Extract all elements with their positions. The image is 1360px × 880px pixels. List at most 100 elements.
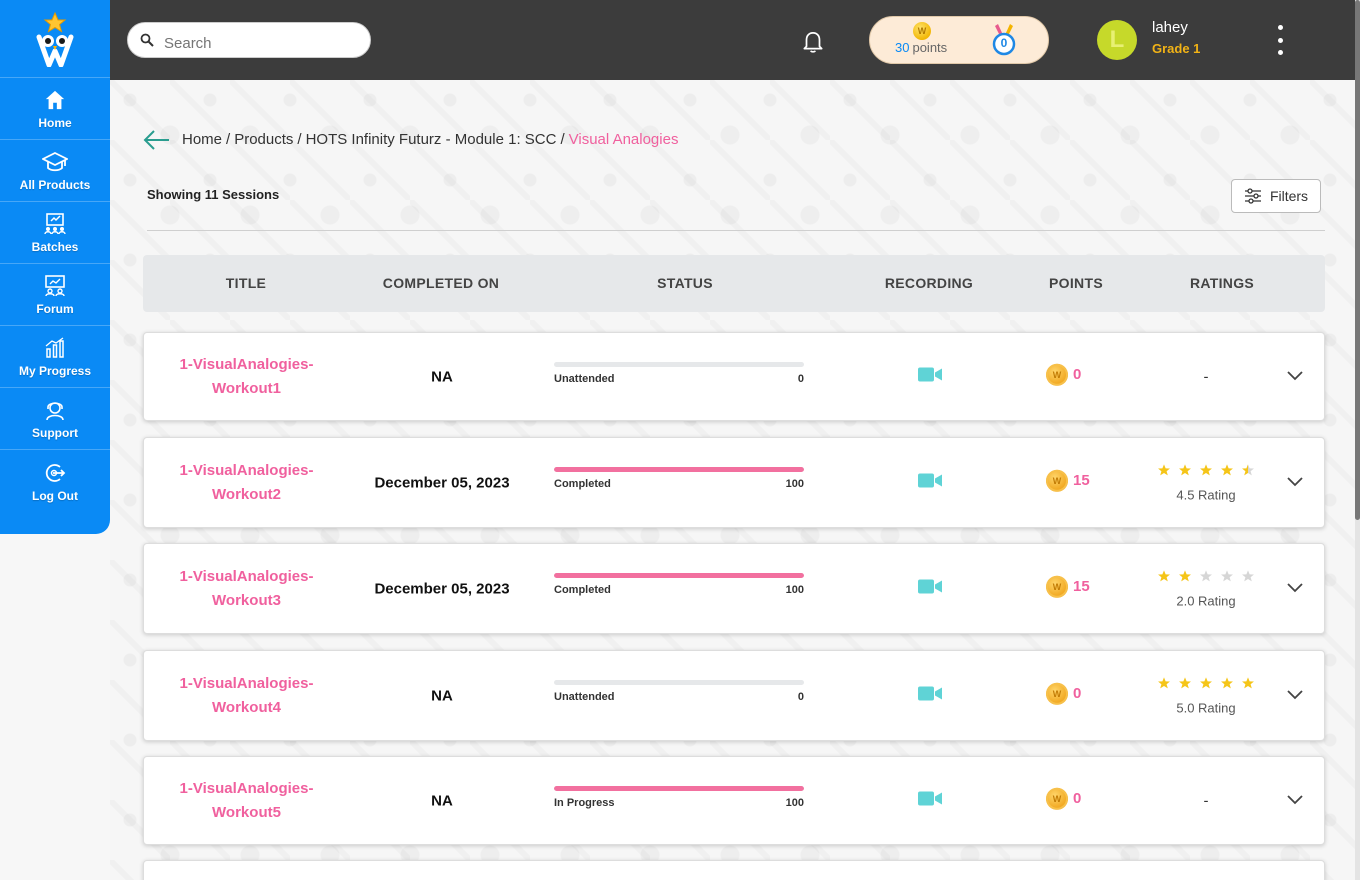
table-row[interactable]: 1-VisualAnalogies- Workout2 December 05, 2… xyxy=(143,437,1325,528)
points-value: 15 xyxy=(1073,471,1090,489)
star-icon xyxy=(1179,569,1192,587)
points-value: 15 xyxy=(1073,577,1090,595)
star-icon xyxy=(1200,676,1213,694)
rating-empty: - xyxy=(1203,792,1209,809)
table-row-partial[interactable] xyxy=(143,860,1325,880)
filters-button[interactable]: Filters xyxy=(1231,179,1321,213)
points-earned: W 15 xyxy=(1046,469,1090,492)
star-rating xyxy=(1158,569,1255,587)
session-title-link[interactable]: 1-VisualAnalogies- Workout2 xyxy=(174,459,319,507)
points-earned: W 15 xyxy=(1046,575,1090,598)
star-icon xyxy=(1242,676,1255,694)
batches-icon xyxy=(43,211,67,237)
progress-track xyxy=(554,467,804,472)
star-icon xyxy=(1242,463,1255,481)
star-icon xyxy=(1221,463,1234,481)
chevron-down-icon[interactable] xyxy=(1287,687,1303,705)
table-row[interactable]: 1-VisualAnalogies- Workout5 NA In Progress 1… xyxy=(143,756,1325,845)
star-rating xyxy=(1158,676,1255,694)
table-row[interactable]: 1-VisualAnalogies- Workout4 NA Unattended 0 W… xyxy=(143,650,1325,741)
status-progress: Unattended 0 xyxy=(554,680,804,703)
page-scrollbar[interactable] xyxy=(1355,0,1360,880)
column-header-status: STATUS xyxy=(657,275,713,291)
sidebar: Home All Products Batches Forum My Progr… xyxy=(0,0,110,534)
star-icon xyxy=(1221,676,1234,694)
progress-value: 100 xyxy=(785,478,804,490)
user-grade: Grade 1 xyxy=(1152,41,1201,56)
star-icon xyxy=(1158,676,1171,694)
rating-cell: 4.5 Rating xyxy=(1158,463,1255,502)
chevron-down-icon[interactable] xyxy=(1287,580,1303,598)
breadcrumb-home[interactable]: Home xyxy=(182,131,222,148)
points-widget[interactable]: W 30 points 0 xyxy=(869,16,1049,64)
star-icon xyxy=(1242,569,1255,587)
sidebar-item-label: Support xyxy=(32,426,78,440)
search-box[interactable] xyxy=(127,22,371,58)
sidebar-item-forum[interactable]: Forum xyxy=(0,264,110,326)
breadcrumb-products[interactable]: Products xyxy=(234,131,293,148)
points-value: 30 xyxy=(895,40,910,55)
progress-fill xyxy=(554,786,804,791)
sidebar-item-home[interactable]: Home xyxy=(0,78,110,140)
bar-chart-icon xyxy=(44,335,66,361)
scrollbar-thumb[interactable] xyxy=(1355,0,1360,520)
sidebar-item-batches[interactable]: Batches xyxy=(0,202,110,264)
video-camera-icon[interactable] xyxy=(917,471,943,494)
session-title-link[interactable]: 1-VisualAnalogies- Workout3 xyxy=(174,565,319,613)
session-title-link[interactable]: 1-VisualAnalogies- Workout5 xyxy=(174,777,319,825)
sidebar-item-my-progress[interactable]: My Progress xyxy=(0,326,110,388)
session-title-line: 1-VisualAnalogies- xyxy=(179,674,314,692)
progress-value: 0 xyxy=(797,691,804,703)
video-camera-icon[interactable] xyxy=(917,577,943,600)
points-label: points xyxy=(912,40,948,55)
star-rating xyxy=(1158,463,1255,481)
status-label: Unattended xyxy=(554,691,615,703)
progress-value: 100 xyxy=(785,797,804,809)
rating-cell: 5.0 Rating xyxy=(1158,676,1255,715)
star-icon xyxy=(1221,569,1234,587)
star-icon xyxy=(1179,463,1192,481)
video-camera-icon[interactable] xyxy=(917,365,943,388)
sidebar-item-all-products[interactable]: All Products xyxy=(0,140,110,202)
star-icon xyxy=(1200,463,1213,481)
video-camera-icon[interactable] xyxy=(917,684,943,707)
star-icon xyxy=(1200,569,1213,587)
table-row[interactable]: 1-VisualAnalogies- Workout3 December 05, 2… xyxy=(143,543,1325,634)
avatar[interactable]: L xyxy=(1097,20,1137,60)
column-header-completed-on: COMPLETED ON xyxy=(382,275,500,291)
session-title-line: 1-VisualAnalogies- xyxy=(179,779,314,797)
sidebar-item-log-out[interactable]: Log Out xyxy=(0,450,110,512)
chevron-down-icon[interactable] xyxy=(1287,368,1303,386)
sidebar-item-label: Forum xyxy=(36,302,74,316)
search-input[interactable] xyxy=(164,28,354,52)
table-row[interactable]: 1-VisualAnalogies- Workout1 NA Unattended 0 W… xyxy=(143,332,1325,421)
coin-icon: W xyxy=(1046,575,1068,598)
points-value: 0 xyxy=(1073,684,1082,702)
status-progress: Completed 100 xyxy=(554,467,804,490)
filter-sliders-icon xyxy=(1244,188,1261,204)
completed-on: NA xyxy=(431,687,453,704)
star-icon xyxy=(1158,463,1171,481)
session-title-link[interactable]: 1-VisualAnalogies- Workout1 xyxy=(174,353,319,401)
progress-fill xyxy=(554,467,804,472)
sidebar-item-label: All Products xyxy=(19,178,91,192)
chevron-down-icon[interactable] xyxy=(1287,474,1303,492)
home-icon xyxy=(44,87,66,113)
chevron-down-icon[interactable] xyxy=(1287,792,1303,810)
breadcrumb-module[interactable]: HOTS Infinity Futurz - Module 1: SCC xyxy=(306,131,557,148)
divider xyxy=(147,230,1325,231)
progress-track xyxy=(554,362,804,367)
column-header-title: TITLE xyxy=(225,275,267,291)
completed-on: December 05, 2023 xyxy=(374,474,510,491)
back-arrow-icon[interactable] xyxy=(142,128,170,157)
more-options-icon[interactable] xyxy=(1274,25,1286,55)
session-title-link[interactable]: 1-VisualAnalogies- Workout4 xyxy=(174,672,319,720)
sidebar-item-support[interactable]: Support xyxy=(0,388,110,450)
video-camera-icon[interactable] xyxy=(917,789,943,812)
notification-bell-icon[interactable] xyxy=(800,28,826,59)
rating-cell: - xyxy=(1204,368,1209,385)
app-logo[interactable] xyxy=(0,0,110,78)
sidebar-item-label: Batches xyxy=(31,240,79,254)
rating-text: 4.5 Rating xyxy=(1176,487,1236,502)
user-name: lahey xyxy=(1152,19,1188,36)
